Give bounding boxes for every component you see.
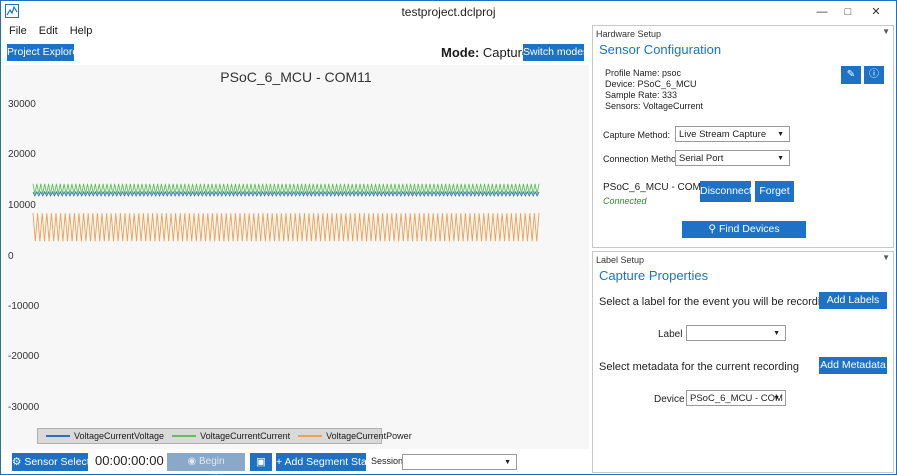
label-field-label: Label — [658, 329, 683, 340]
chevron-down-icon: ▼ — [773, 330, 780, 337]
label-select[interactable]: ▼ — [686, 325, 786, 341]
legend-label: VoltageCurrentVoltage — [74, 431, 165, 441]
hardware-setup-panel: Hardware Setup ▼ Sensor Configuration Pr… — [592, 25, 894, 248]
legend-swatch — [172, 435, 197, 437]
menu-bar: File Edit Help — [9, 25, 92, 41]
legend-label: VoltageCurrentCurrent — [200, 431, 291, 441]
chevron-down-icon: ▼ — [777, 155, 784, 162]
camera-icon: ▣ — [256, 456, 266, 468]
hardware-setup-header: Hardware Setup — [596, 29, 662, 39]
plot-svg — [32, 183, 540, 242]
edit-icon[interactable]: ✎ — [841, 66, 861, 84]
find-devices-label: Find Devices — [718, 223, 780, 235]
collapse-icon[interactable]: ▼ — [882, 253, 890, 262]
collapse-icon[interactable]: ▼ — [882, 27, 890, 36]
profile-name: Profile Name: psoc — [605, 68, 682, 78]
select-label-text: Select a label for the event you will be… — [599, 296, 833, 308]
legend-item-current: VoltageCurrentCurrent — [172, 431, 290, 441]
menu-edit[interactable]: Edit — [39, 25, 58, 41]
search-icon: ⚲ — [708, 223, 717, 235]
legend-label: VoltageCurrentPower — [326, 431, 412, 441]
capture-controls-bar: ⚙ Sensor Select 00:00:00:00 ◉ Begin Reco… — [3, 450, 589, 475]
series-line-2 — [32, 213, 540, 242]
add-labels-button[interactable]: Add Labels — [819, 292, 887, 309]
forget-button[interactable]: Forget — [755, 181, 794, 202]
add-segment-start-button[interactable]: + Add Segment Start — [276, 453, 373, 471]
sensor-icon: ⚙ — [12, 456, 22, 468]
connection-method-select[interactable]: Serial Port ▼ — [675, 150, 790, 166]
session-label: Session: — [371, 456, 406, 466]
add-metadata-button[interactable]: Add Metadata — [819, 357, 887, 374]
record-icon: ◉ — [187, 456, 197, 467]
project-explorer-button[interactable]: Project Explorer — [7, 44, 82, 61]
camera-button[interactable]: ▣ — [250, 453, 272, 471]
chart-legend: VoltageCurrentVoltage VoltageCurrentCurr… — [37, 428, 412, 444]
recording-timer: 00:00:00:00 — [95, 453, 164, 468]
minimize-icon[interactable]: — — [809, 3, 835, 21]
menu-file[interactable]: File — [9, 25, 27, 41]
chevron-down-icon: ▼ — [777, 131, 784, 138]
capture-method-label: Capture Method: — [603, 130, 671, 140]
window-title: testproject.dclproj — [401, 5, 496, 19]
device-info: Device: PSoC_6_MCU — [605, 79, 697, 89]
info-icon[interactable]: ⓘ — [864, 66, 884, 84]
disconnect-button[interactable]: Disconnect — [700, 181, 752, 202]
connection-status: Connected — [603, 196, 647, 206]
device-name: PSoC_6_MCU - COM11 — [603, 182, 712, 193]
chevron-down-icon: ▼ — [504, 459, 511, 466]
sensor-select-button[interactable]: ⚙ Sensor Select — [12, 453, 90, 471]
capture-method-value: Live Stream Capture — [679, 129, 767, 140]
device-value: PSoC_6_MCU - COM — [690, 393, 783, 404]
close-icon[interactable]: ✕ — [863, 3, 889, 21]
app-window: testproject.dclproj — □ ✕ File Edit Help… — [0, 0, 897, 475]
connection-method-label: Connection Method: — [603, 154, 684, 164]
legend-swatch — [46, 435, 70, 437]
sensor-select-label: Sensor Select — [24, 456, 90, 468]
sensor-configuration-title: Sensor Configuration — [599, 42, 722, 57]
mode-indicator: Mode: Capture — [441, 45, 529, 60]
connection-method-value: Serial Port — [679, 153, 724, 164]
restore-icon[interactable]: □ — [835, 3, 861, 21]
add-segment-start-label: Add Segment Start — [284, 456, 374, 468]
mode-label: Mode: — [441, 45, 480, 60]
legend-item-power: VoltageCurrentPower — [298, 431, 412, 441]
device-field-label: Device — [654, 394, 685, 405]
plus-icon: + — [276, 456, 283, 468]
menu-help[interactable]: Help — [70, 25, 93, 41]
capture-properties-title: Capture Properties — [599, 268, 709, 283]
metadata-text: Select metadata for the current recordin… — [599, 361, 799, 373]
label-setup-header: Label Setup — [596, 255, 645, 265]
legend-swatch — [298, 435, 323, 437]
legend-item-voltage: VoltageCurrentVoltage — [46, 431, 164, 441]
switch-modes-button[interactable]: Switch modes — [523, 44, 588, 61]
title-bar: testproject.dclproj — □ ✕ — [1, 1, 896, 23]
sample-rate: Sample Rate: 333 — [605, 90, 678, 100]
capture-method-select[interactable]: Live Stream Capture ▼ — [675, 126, 790, 142]
begin-recording-button[interactable]: ◉ Begin Recording — [167, 453, 245, 475]
label-setup-panel: Label Setup ▼ Capture Properties Select … — [592, 251, 894, 473]
find-devices-button[interactable]: ⚲ Find Devices — [682, 221, 806, 238]
session-select[interactable]: ▼ — [402, 454, 517, 470]
sensors-info: Sensors: VoltageCurrent — [605, 101, 704, 111]
chevron-down-icon: ▼ — [773, 395, 780, 402]
device-select[interactable]: PSoC_6_MCU - COM ▼ — [686, 390, 786, 406]
live-chart: PSoC_6_MCU - COM11 30000 20000 10000 0 -… — [3, 65, 589, 449]
